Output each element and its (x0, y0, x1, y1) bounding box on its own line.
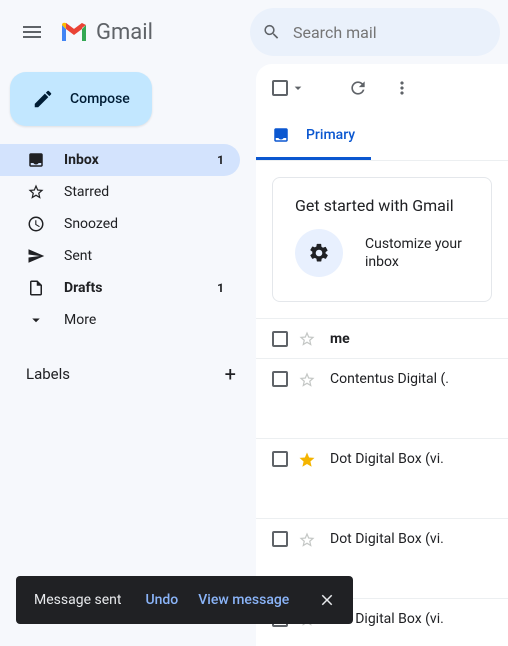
nav-label: Snoozed (64, 216, 224, 232)
mail-sender: me (330, 331, 350, 347)
mail-sender: Contentus Digital (. (330, 371, 449, 387)
refresh-button[interactable] (340, 70, 376, 106)
card-title: Get started with Gmail (295, 196, 469, 215)
nav-label: Sent (64, 248, 224, 264)
nav-label: More (64, 312, 224, 328)
star-toggle[interactable] (298, 531, 316, 549)
card-text: Customize your inbox (365, 235, 462, 271)
close-icon (318, 591, 336, 609)
caret-down-icon (290, 80, 306, 96)
gmail-logo[interactable]: Gmail (60, 20, 153, 45)
nav-item-more[interactable]: More (0, 304, 240, 336)
mail-checkbox[interactable] (272, 331, 288, 347)
mail-row[interactable]: Contentus Digital (. (256, 358, 508, 438)
toast-undo-button[interactable]: Undo (145, 592, 178, 608)
inbox-icon (272, 126, 290, 144)
nav-item-sent[interactable]: Sent (0, 240, 240, 272)
compose-button[interactable]: Compose (10, 72, 152, 126)
search-bar[interactable] (250, 8, 500, 56)
labels-header: Labels + (0, 362, 256, 386)
select-all-dropdown[interactable] (272, 80, 306, 96)
toast-message: Message sent (34, 592, 121, 608)
nav-count: 1 (217, 153, 224, 167)
mail-checkbox[interactable] (272, 451, 288, 467)
tab-primary[interactable]: Primary (256, 112, 371, 160)
nav-item-starred[interactable]: Starred (0, 176, 240, 208)
pencil-icon (32, 88, 54, 110)
getting-started-card: Get started with Gmail Customize your in… (272, 177, 492, 302)
mail-row[interactable]: Dot Digital Box (vi. (256, 438, 508, 518)
nav-count: 1 (217, 281, 224, 295)
star-toggle[interactable] (298, 371, 316, 389)
customize-button[interactable] (295, 229, 343, 277)
nav-label: Drafts (64, 280, 217, 296)
gmail-icon (60, 21, 88, 43)
mail-toolbar (256, 64, 508, 112)
nav-item-snoozed[interactable]: Snoozed (0, 208, 240, 240)
nav-label: Inbox (64, 152, 217, 168)
mail-sender: Dot Digital Box (vi. (330, 451, 444, 467)
search-input[interactable] (293, 23, 488, 42)
nav-item-drafts[interactable]: Drafts1 (0, 272, 240, 304)
tab-primary-label: Primary (306, 127, 355, 143)
chevron-icon (26, 310, 46, 330)
star-toggle[interactable] (298, 330, 316, 348)
mail-checkbox[interactable] (272, 371, 288, 387)
search-icon (262, 21, 281, 43)
star-toggle[interactable] (298, 451, 316, 469)
inbox-icon (26, 150, 46, 170)
nav-label: Starred (64, 184, 224, 200)
file-icon (26, 278, 46, 298)
compose-label: Compose (70, 91, 130, 107)
mail-checkbox[interactable] (272, 531, 288, 547)
category-tabs: Primary (256, 112, 508, 161)
send-icon (26, 246, 46, 266)
add-label-button[interactable]: + (225, 362, 236, 386)
gear-icon (308, 242, 330, 264)
mail-row[interactable]: me (256, 318, 508, 358)
main-panel: Primary Get started with Gmail Customize… (256, 64, 508, 646)
sidebar: Compose Inbox1StarredSnoozedSentDrafts1M… (0, 64, 256, 646)
nav-item-inbox[interactable]: Inbox1 (0, 144, 240, 176)
toast-close-button[interactable] (309, 582, 345, 618)
main-menu-button[interactable] (8, 8, 56, 56)
header: Gmail (0, 0, 508, 64)
mail-sender: Dot Digital Box (vi. (330, 531, 444, 547)
refresh-icon (348, 78, 368, 98)
gmail-brand-text: Gmail (96, 20, 153, 45)
toast-view-button[interactable]: View message (198, 592, 289, 608)
labels-title: Labels (26, 365, 70, 383)
clock-icon (26, 214, 46, 234)
more-button[interactable] (384, 70, 420, 106)
nav-list: Inbox1StarredSnoozedSentDrafts1More (0, 144, 256, 336)
toast: Message sent Undo View message (16, 576, 353, 624)
more-vert-icon (392, 78, 412, 98)
select-all-checkbox[interactable] (272, 80, 288, 96)
hamburger-icon (20, 20, 44, 44)
star-icon (26, 182, 46, 202)
